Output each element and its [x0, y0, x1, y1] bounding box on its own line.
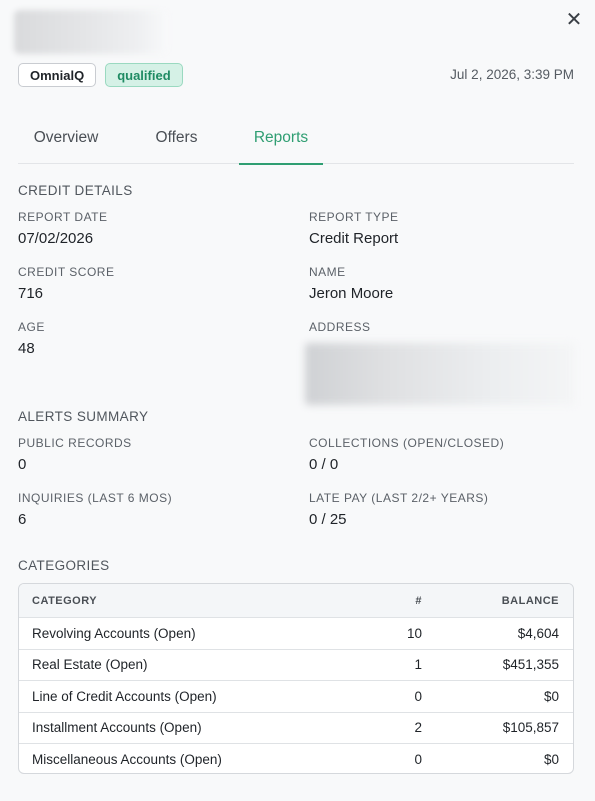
report-date-value: 07/02/2026 — [18, 230, 94, 247]
name-field: NAME Jeron Moore — [309, 265, 393, 302]
balance-cell: $4,604 — [517, 625, 559, 641]
public-records-label: PUBLIC RECORDS — [18, 436, 132, 450]
inquiries-field: INQUIRIES (LAST 6 MOS) 6 — [18, 491, 172, 528]
redacted-name — [14, 10, 168, 54]
column-header-count: # — [415, 594, 422, 607]
close-icon[interactable]: ✕ — [564, 10, 584, 30]
tab-offers[interactable]: Offers — [114, 118, 239, 164]
report-date-label: REPORT DATE — [18, 210, 108, 224]
table-row: Line of Credit Accounts (Open) 0 $0 — [19, 680, 573, 712]
name-value: Jeron Moore — [309, 285, 394, 302]
inquiries-value: 6 — [18, 511, 27, 528]
balance-cell: $0 — [543, 688, 559, 704]
category-cell: Revolving Accounts (Open) — [32, 625, 196, 641]
count-cell: 2 — [414, 720, 422, 736]
count-cell: 0 — [414, 751, 422, 767]
tab-reports[interactable]: Reports — [239, 118, 323, 165]
category-cell: Real Estate (Open) — [32, 657, 148, 673]
public-records-field: PUBLIC RECORDS 0 — [18, 436, 132, 473]
report-type-label: REPORT TYPE — [309, 210, 399, 224]
categories-title: CATEGORIES — [18, 558, 110, 573]
credit-score-field: CREDIT SCORE 716 — [18, 265, 114, 302]
balance-cell: $105,857 — [502, 720, 559, 736]
age-value: 48 — [18, 340, 35, 357]
categories-table: CATEGORY # BALANCE Revolving Accounts (O… — [18, 583, 574, 774]
timestamp: Jul 2, 2026, 3:39 PM — [450, 67, 574, 82]
late-pay-field: LATE PAY (LAST 2/2+ YEARS) 0 / 25 — [309, 491, 488, 528]
age-label: AGE — [18, 320, 45, 334]
address-label: ADDRESS — [309, 320, 371, 334]
inquiries-label: INQUIRIES (LAST 6 MOS) — [18, 491, 173, 505]
report-type-value: Credit Report — [309, 230, 399, 247]
table-row: Real Estate (Open) 1 $451,355 — [19, 648, 573, 681]
count-cell: 1 — [414, 657, 422, 673]
table-row: Revolving Accounts (Open) 10 $4,604 — [19, 617, 573, 649]
table-row: Miscellaneous Accounts (Open) 0 $0 — [19, 743, 573, 773]
age-field: AGE 48 — [18, 320, 45, 357]
category-cell: Line of Credit Accounts (Open) — [32, 688, 217, 704]
count-cell: 0 — [414, 688, 422, 704]
badge-group: OmnialQ qualified — [18, 63, 183, 87]
category-cell: Installment Accounts (Open) — [32, 720, 202, 736]
collections-field: COLLECTIONS (OPEN/CLOSED) 0 / 0 — [309, 436, 504, 473]
address-field: ADDRESS — [309, 320, 371, 334]
status-badge: qualified — [105, 63, 183, 87]
column-header-balance: BALANCE — [501, 594, 559, 607]
report-type-field: REPORT TYPE Credit Report — [309, 210, 399, 247]
balance-cell: $0 — [543, 751, 559, 767]
report-date-field: REPORT DATE 07/02/2026 — [18, 210, 108, 247]
late-pay-label: LATE PAY (LAST 2/2+ YEARS) — [309, 491, 489, 505]
column-header-category: CATEGORY — [32, 594, 98, 607]
category-cell: Miscellaneous Accounts (Open) — [32, 751, 222, 767]
credit-details-title: CREDIT DETAILS — [18, 183, 133, 198]
balance-cell: $451,355 — [502, 657, 559, 673]
collections-value: 0 / 0 — [309, 456, 339, 473]
credit-score-value: 716 — [18, 285, 44, 302]
table-row: Installment Accounts (Open) 2 $105,857 — [19, 711, 573, 744]
collections-label: COLLECTIONS (OPEN/CLOSED) — [309, 436, 505, 450]
table-header: CATEGORY # BALANCE — [19, 584, 573, 617]
alerts-summary-title: ALERTS SUMMARY — [18, 409, 149, 424]
source-badge: OmnialQ — [18, 63, 97, 87]
tab-overview[interactable]: Overview — [18, 118, 114, 164]
public-records-value: 0 — [18, 456, 27, 473]
late-pay-value: 0 / 25 — [309, 511, 347, 528]
credit-score-label: CREDIT SCORE — [18, 265, 115, 279]
tab-bar: Overview Offers Reports — [18, 118, 574, 165]
name-label: NAME — [309, 265, 346, 279]
count-cell: 10 — [406, 625, 422, 641]
redacted-address — [305, 343, 575, 405]
